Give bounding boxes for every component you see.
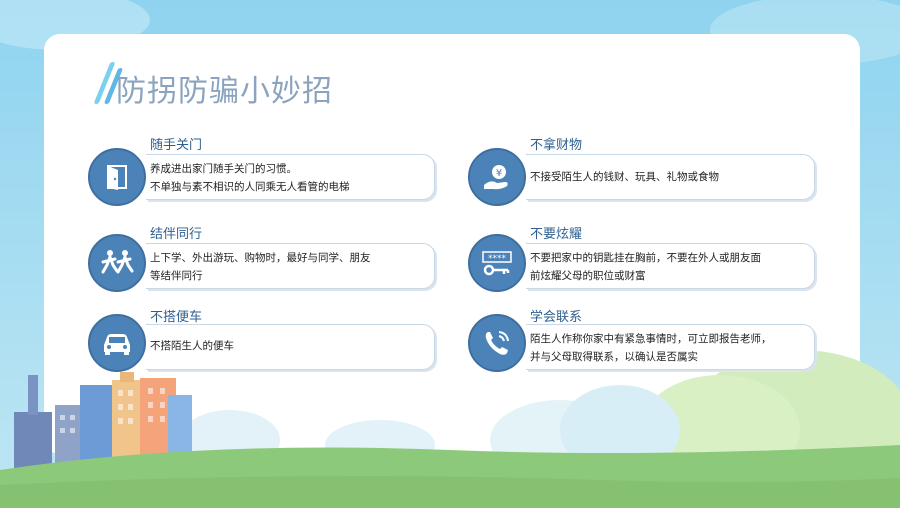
svg-text:¥: ¥ [496, 168, 502, 179]
tip-text-line: 等结伴同行 [150, 270, 203, 282]
walking-people-icon [101, 250, 134, 274]
tip-icon-circle [88, 314, 146, 372]
tip-text-line: 上下学、外出游玩、购物时，最好与同学、朋友 [150, 252, 371, 264]
item-title: 学会联系 [530, 310, 583, 325]
tip-text-line: 不搭陌生人的便车 [150, 340, 234, 352]
tip-text-line: 陌生人作称你家中有紧急事情时，可立即报告老师， [530, 333, 772, 345]
svg-text:****: **** [488, 254, 507, 264]
phone-icon [485, 331, 509, 355]
tip-icon-circle: **** [468, 234, 526, 292]
money-hand-icon: ¥ [484, 165, 508, 190]
password-key-icon: **** [482, 251, 512, 276]
tip-icon-circle: ¥ [468, 148, 526, 206]
item-title: 不拿财物 [530, 138, 583, 153]
tip-icon-circle [88, 234, 146, 292]
tip-text-line: 养成进出家门随手关门的习惯。 [150, 163, 297, 175]
tip-text-line: 并与父母取得联系，以确认是否属实 [530, 351, 698, 363]
item-title: 不要炫耀 [530, 227, 583, 242]
tip-text-line: 不要把家中的钥匙挂在胸前，不要在外人或朋友面 [530, 252, 761, 264]
item-title: 随手关门 [150, 138, 203, 153]
tip-icon-circle [88, 148, 146, 206]
tip-text-line: 不接受陌生人的钱财、玩具、礼物或食物 [530, 171, 719, 183]
item-title: 结伴同行 [150, 227, 203, 242]
tip-text-line: 不单独与素不相识的人同乘无人看管的电梯 [150, 181, 350, 193]
car-icon [104, 334, 130, 355]
tip-icon-circle [468, 314, 526, 372]
tip-text-line: 前炫耀父母的职位或财富 [530, 270, 646, 282]
page-title: 防拐防骗小妙招 [116, 74, 333, 109]
item-title: 不搭便车 [150, 310, 203, 325]
door-icon [107, 165, 127, 190]
